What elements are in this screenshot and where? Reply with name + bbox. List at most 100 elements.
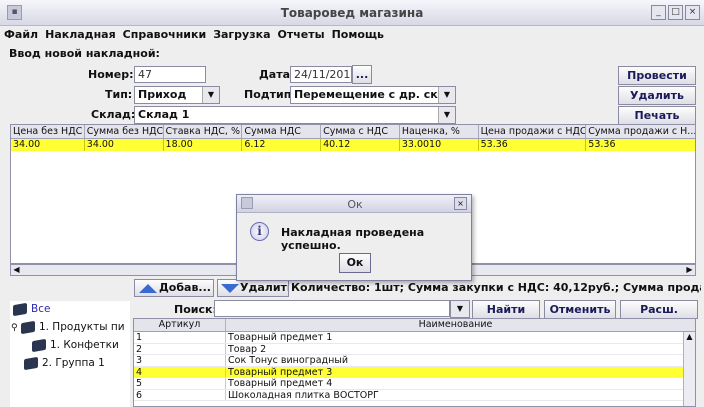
close-button[interactable]: × xyxy=(685,5,700,20)
scroll-right-icon[interactable]: ▶ xyxy=(684,265,695,275)
tree-item-label: 1. Продукты пи xyxy=(38,321,125,333)
type-label: Тип: xyxy=(105,88,133,101)
success-dialog: Ок × i Накладная проведена успешно. Ок xyxy=(236,194,472,281)
search-label: Поиск: xyxy=(174,303,217,316)
ok-button[interactable]: Ок xyxy=(339,253,371,273)
table-cell[interactable]: Сок Тонус виноградный xyxy=(226,355,685,366)
menu-bar: Файл Накладная Справочники Загрузка Отчеты По… xyxy=(0,26,704,44)
tree-item-label: 1. Конфетки xyxy=(50,339,119,351)
table-row-selected[interactable]: 4 Товарный предмет 3 xyxy=(134,366,695,378)
cancel-search-button[interactable]: Отменить xyxy=(544,300,616,319)
number-label: Номер: xyxy=(88,68,134,81)
table-cell[interactable]: 53.36 xyxy=(586,139,695,151)
dialog-title-bar: Ок × xyxy=(237,195,471,213)
table-cell[interactable]: 40.12 xyxy=(321,139,400,151)
warehouse-select[interactable]: Склад 1 ▼ xyxy=(134,106,456,124)
folder-icon xyxy=(13,302,27,316)
table-cell[interactable]: 34.00 xyxy=(11,139,85,151)
column-header[interactable]: Наименование xyxy=(226,319,685,331)
table-cell[interactable]: 33.0010 xyxy=(400,139,479,151)
column-header[interactable]: Ставка НДС, % xyxy=(164,125,243,138)
table-cell[interactable]: 1 xyxy=(134,332,226,343)
remove-item-label: Удалить xyxy=(240,281,289,294)
table-cell[interactable]: Товарный предмет 4 xyxy=(226,378,685,389)
table-row[interactable]: 3 Сок Тонус виноградный xyxy=(134,355,695,367)
remove-item-button[interactable]: Удалить xyxy=(217,279,289,297)
column-header[interactable]: Сумма продажи с Н... xyxy=(586,125,695,138)
table-cell[interactable]: 2 xyxy=(134,343,226,354)
advanced-search-button[interactable]: Расш. поиск xyxy=(620,300,698,333)
table-cell[interactable]: 6 xyxy=(134,389,226,400)
table-cell[interactable]: 4 xyxy=(134,366,226,377)
column-header[interactable]: Цена продажи с НДС xyxy=(479,125,587,138)
search-history-select[interactable]: ▼ xyxy=(450,300,470,318)
chevron-down-icon: ▼ xyxy=(438,87,455,103)
warehouse-select-value: Склад 1 xyxy=(138,108,190,121)
chevron-down-icon: ▼ xyxy=(438,107,455,123)
column-header[interactable]: Артикул xyxy=(134,319,226,331)
table-cell[interactable]: Товарный предмет 3 xyxy=(226,366,685,377)
column-header[interactable]: Сумма НДС xyxy=(242,125,322,138)
menu-invoice[interactable]: Накладная xyxy=(41,26,119,41)
search-input[interactable] xyxy=(214,300,450,317)
table-row[interactable]: 1 Товарный предмет 1 xyxy=(134,332,695,344)
tree-item-label: 2. Группа 1 xyxy=(42,357,105,369)
main-window: ▪ Товаровед магазина _ □ × Файл Накладная… xyxy=(0,0,704,407)
table-cell[interactable]: 5 xyxy=(134,378,226,389)
add-item-button[interactable]: Добав... xyxy=(134,279,214,297)
column-header[interactable]: Цена без НДС xyxy=(11,125,85,138)
delete-button[interactable]: Удалить xyxy=(618,86,696,105)
table-row[interactable]: 2 Товар 2 xyxy=(134,343,695,355)
date-field[interactable]: 24/11/2013 xyxy=(290,66,352,83)
column-header[interactable]: Сумма без НДС xyxy=(85,125,164,138)
table-cell[interactable]: 18.00 xyxy=(164,139,243,151)
chevron-down-icon: ▼ xyxy=(451,301,469,317)
dialog-close-button[interactable]: × xyxy=(454,197,467,210)
table-cell[interactable]: 3 xyxy=(134,355,226,366)
products-table[interactable]: Артикул Наименование 1 Товарный предмет 1… xyxy=(133,318,696,407)
maximize-button[interactable]: □ xyxy=(668,5,683,20)
table-row[interactable]: 6 Шоколадная плитка ВОСТОРГ xyxy=(134,389,695,401)
menu-file[interactable]: Файл xyxy=(0,26,41,41)
menu-reports[interactable]: Отчеты xyxy=(274,26,328,41)
table-row[interactable]: 34.00 34.00 18.00 6.12 40.12 33.0010 53.… xyxy=(11,139,695,151)
dialog-title: Ок xyxy=(347,198,363,211)
table-cell[interactable]: Шоколадная плитка ВОСТОРГ xyxy=(226,389,685,400)
table-cell[interactable]: 6.12 xyxy=(242,139,322,151)
menu-load[interactable]: Загрузка xyxy=(209,26,273,41)
expand-icon[interactable]: ⚲ xyxy=(11,323,18,333)
table-cell[interactable]: Товарный предмет 1 xyxy=(226,332,685,343)
table-cell[interactable]: 34.00 xyxy=(85,139,164,151)
tree-item-products[interactable]: ⚲ 1. Продукты пи xyxy=(11,320,125,334)
table-row[interactable]: 5 Товарный предмет 4 xyxy=(134,378,695,390)
type-select-value: Приход xyxy=(138,88,187,101)
tree-item-label: Все xyxy=(31,303,51,315)
column-header[interactable]: Наценка, % xyxy=(400,125,479,138)
category-tree[interactable]: Все ⚲ 1. Продукты пи 1. Конфетки 2. Груп… xyxy=(10,301,130,407)
scroll-up-icon[interactable]: ▲ xyxy=(686,332,692,341)
folder-icon xyxy=(32,338,46,352)
find-button[interactable]: Найти xyxy=(472,300,540,319)
menu-help[interactable]: Помощь xyxy=(328,26,387,41)
date-picker-button[interactable]: ... xyxy=(352,65,372,84)
post-button[interactable]: Провести xyxy=(618,66,696,85)
vertical-scrollbar[interactable]: ▲ xyxy=(683,332,695,406)
scroll-left-icon[interactable]: ◀ xyxy=(11,265,22,275)
table-header: Артикул Наименование xyxy=(134,319,695,332)
table-cell[interactable]: Товар 2 xyxy=(226,343,685,354)
dialog-message: Накладная проведена успешно. xyxy=(281,226,425,252)
table-cell[interactable]: 53.36 xyxy=(479,139,587,151)
subtype-select-value: Перемещение с др. скл... xyxy=(294,88,456,101)
minimize-button[interactable]: _ xyxy=(651,5,666,20)
subtype-select[interactable]: Перемещение с др. скл... ▼ xyxy=(290,86,456,104)
tree-item-candies[interactable]: 1. Конфетки xyxy=(32,338,119,352)
tree-item-group1[interactable]: 2. Группа 1 xyxy=(24,356,105,370)
type-select[interactable]: Приход ▼ xyxy=(134,86,220,104)
tree-item-root[interactable]: Все xyxy=(13,302,51,316)
column-header[interactable]: Сумма с НДС xyxy=(321,125,400,138)
menu-directories[interactable]: Справочники xyxy=(119,26,210,41)
print-button[interactable]: Печать xyxy=(618,106,696,125)
folder-icon xyxy=(24,356,38,370)
totals-status: Количество: 1шт; Сумма закупки с НДС: 40… xyxy=(291,281,701,294)
number-field[interactable]: 47 xyxy=(134,66,206,83)
